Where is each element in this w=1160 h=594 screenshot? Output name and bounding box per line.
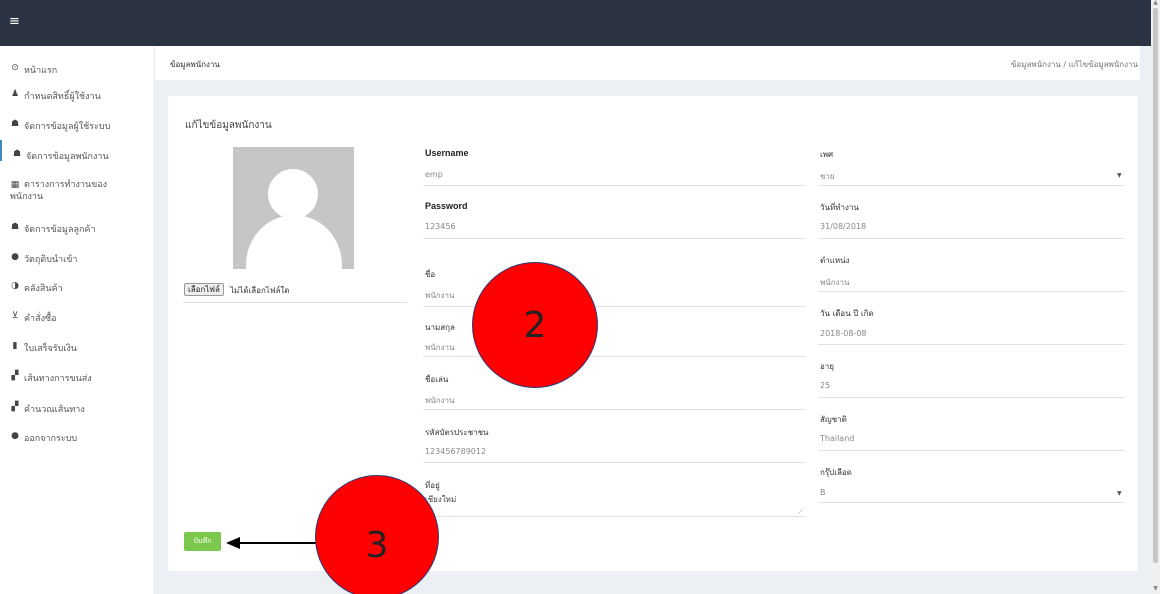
marker-number: 3 — [365, 525, 389, 566]
marker-number: 2 — [523, 305, 547, 346]
annotation-marker-3: 3 — [315, 475, 439, 594]
annotation-marker-2: 2 — [472, 262, 598, 388]
